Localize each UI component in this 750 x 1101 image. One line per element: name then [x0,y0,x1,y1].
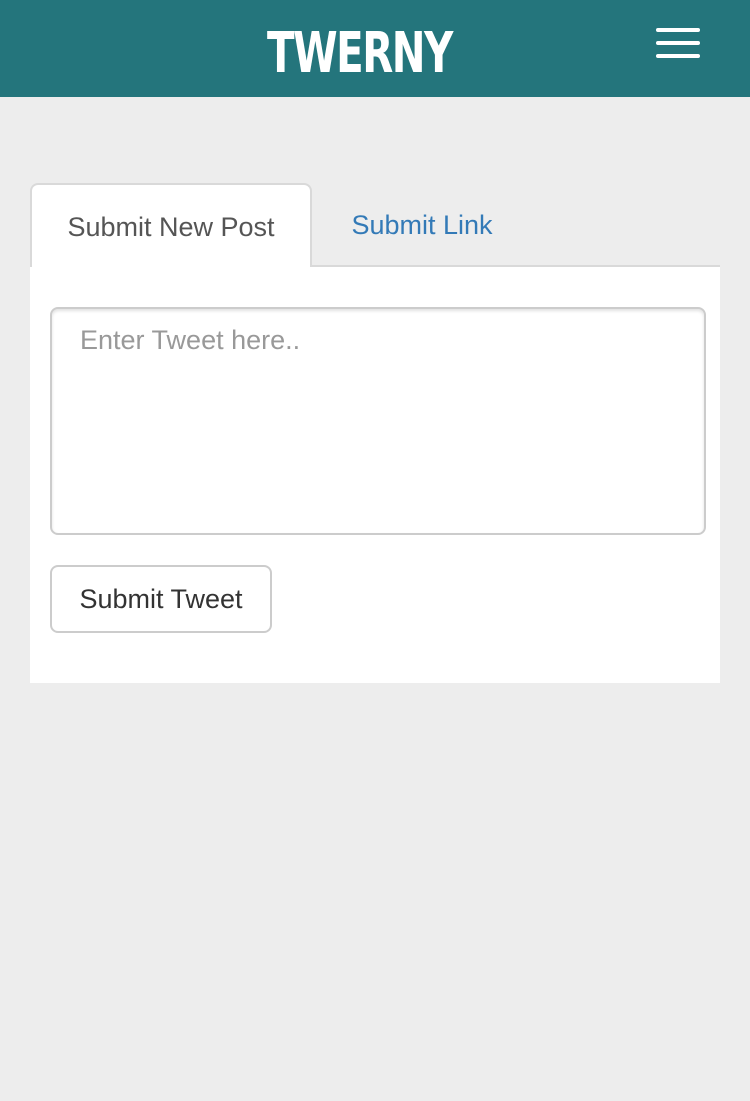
submit-tweet-button[interactable]: Submit Tweet [50,565,272,633]
tweet-panel: Submit Tweet [30,267,720,683]
hamburger-menu-icon[interactable] [648,22,708,64]
logo-text: TWERNY [267,21,453,86]
twerny-logo[interactable]: T TWERNY [263,14,495,90]
menu-bar [656,28,700,32]
app-header: T TWERNY [0,0,750,97]
tweet-input[interactable] [50,307,706,535]
menu-bar [656,54,700,58]
menu-bar [656,41,700,45]
post-tabs: Submit New Post Submit Link [30,183,720,269]
tab-submit-new-post[interactable]: Submit New Post [30,183,312,269]
tab-submit-link[interactable]: Submit Link [312,183,532,267]
